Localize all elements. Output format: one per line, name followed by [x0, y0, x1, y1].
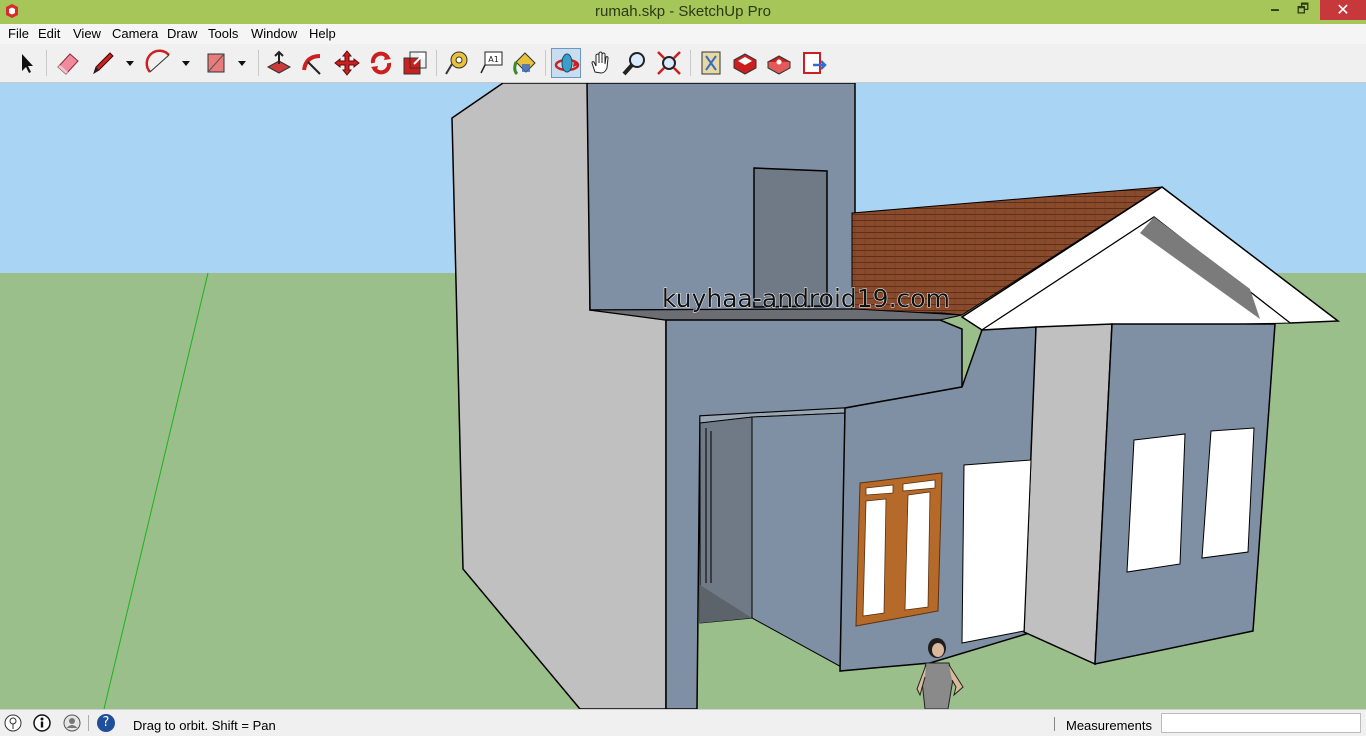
- push-pull-icon[interactable]: [264, 48, 294, 78]
- pan-icon[interactable]: [586, 48, 616, 78]
- window-title: rumah.skp - SketchUp Pro: [595, 3, 771, 20]
- components-icon[interactable]: [730, 48, 760, 78]
- chevron-down-icon[interactable]: [125, 58, 135, 68]
- measurements-label: Measurements: [1066, 718, 1152, 733]
- menu-bar: File Edit View Camera Draw Tools Window …: [0, 24, 1366, 44]
- arc-icon[interactable]: [145, 48, 175, 78]
- menu-tools[interactable]: Tools: [208, 26, 238, 41]
- text-tool-label: A1: [488, 55, 499, 64]
- close-button[interactable]: ✕: [1320, 0, 1366, 20]
- title-bar: rumah.skp - SketchUp Pro 🗕 🗗 ✕: [0, 0, 1366, 24]
- zoom-extents-icon[interactable]: [654, 48, 684, 78]
- status-divider: [1054, 717, 1055, 731]
- toolbar-separator: [690, 50, 691, 76]
- scale-icon[interactable]: [400, 48, 430, 78]
- rotate-icon[interactable]: [366, 48, 396, 78]
- toolbar-separator: [545, 50, 546, 76]
- extension-warehouse-icon[interactable]: [764, 48, 794, 78]
- window-pane-left: [862, 498, 887, 617]
- maximize-button[interactable]: 🗗: [1290, 0, 1316, 20]
- tape-measure-icon[interactable]: [442, 48, 472, 78]
- front-door: [961, 459, 1032, 644]
- eraser-icon[interactable]: [53, 48, 83, 78]
- side-window-right: [1201, 427, 1255, 559]
- credits-icon[interactable]: [33, 714, 51, 732]
- toolbar-separator: [46, 50, 47, 76]
- 3d-warehouse-icon[interactable]: [696, 48, 726, 78]
- zoom-icon[interactable]: [620, 48, 650, 78]
- menu-window[interactable]: Window: [251, 26, 297, 41]
- measurements-input[interactable]: [1161, 713, 1361, 733]
- toolbar-separator: [436, 50, 437, 76]
- side-window-left: [1126, 433, 1186, 573]
- minimize-button[interactable]: 🗕: [1262, 0, 1288, 20]
- help-icon[interactable]: ?: [97, 714, 115, 732]
- model-viewport[interactable]: kuyhaa-android19.com: [0, 83, 1366, 709]
- toolbar: A1: [0, 44, 1366, 83]
- user-account-icon[interactable]: [63, 714, 81, 732]
- menu-draw[interactable]: Draw: [167, 26, 197, 41]
- status-message: Drag to orbit. Shift = Pan: [133, 718, 276, 733]
- window-pane-right: [904, 491, 931, 611]
- geo-location-icon[interactable]: [4, 714, 22, 732]
- rectangle-icon[interactable]: [201, 48, 231, 78]
- menu-help[interactable]: Help: [309, 26, 336, 41]
- chevron-down-icon[interactable]: [181, 58, 191, 68]
- menu-file[interactable]: File: [8, 26, 29, 41]
- follow-me-icon[interactable]: [298, 48, 328, 78]
- watermark-text: kuyhaa-android19.com: [662, 284, 950, 313]
- menu-edit[interactable]: Edit: [38, 26, 60, 41]
- orbit-icon[interactable]: [551, 48, 581, 78]
- menu-view[interactable]: View: [73, 26, 101, 41]
- chevron-down-icon[interactable]: [237, 58, 247, 68]
- toolbar-separator: [258, 50, 259, 76]
- text-icon[interactable]: A1: [476, 48, 506, 78]
- send-to-layout-icon[interactable]: [799, 48, 829, 78]
- status-bar: ? Drag to orbit. Shift = Pan Measurement…: [0, 709, 1366, 736]
- select-icon[interactable]: [11, 48, 41, 78]
- pencil-icon[interactable]: [88, 48, 118, 78]
- menu-camera[interactable]: Camera: [112, 26, 158, 41]
- paint-bucket-icon[interactable]: [510, 48, 540, 78]
- model-canvas[interactable]: kuyhaa-android19.com: [0, 83, 1366, 709]
- status-divider: [88, 715, 89, 731]
- move-icon[interactable]: [332, 48, 362, 78]
